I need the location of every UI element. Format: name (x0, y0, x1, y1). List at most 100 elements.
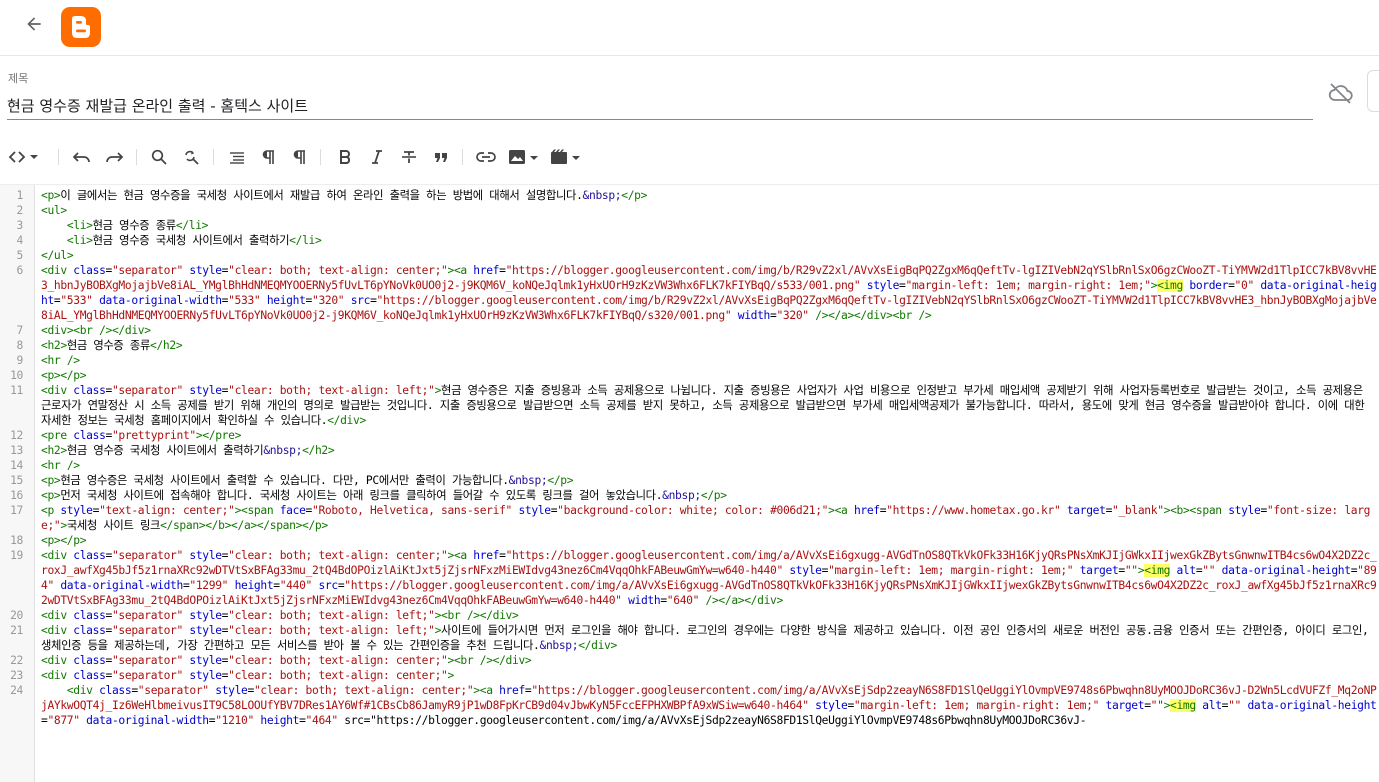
code-text: <li>현금 영수증 종류</li> (66, 219, 209, 232)
toolbar-separator (320, 149, 321, 165)
line-number: 22 (10, 654, 23, 667)
code-line: 9 <hr /> (0, 353, 1379, 368)
quote-icon (435, 153, 447, 162)
line-number: 15 (10, 474, 23, 487)
code-line: 6 <div class="separator" style="clear: bo… (0, 263, 1379, 323)
code-line: 8 <h2>현금 영수증 종류</h2> (0, 338, 1379, 353)
bold-button[interactable] (335, 146, 355, 168)
html-code-editor[interactable]: 1 <p>이 글에서는 현금 영수증을 국세청 사이트에서 재발급 하여 온라인 … (0, 184, 1379, 782)
code-lines: 1 <p>이 글에서는 현금 영수증을 국세청 사이트에서 재발급 하여 온라인 … (0, 188, 1379, 728)
line-number: 16 (10, 489, 23, 502)
find-replace-icon (185, 150, 199, 165)
app-bar (0, 0, 1379, 56)
code-text: <p>먼저 국세청 사이트에 접속해야 합니다. 국세청 사이트는 아래 링크를… (41, 489, 727, 502)
arrow-left-icon (27, 17, 41, 31)
line-number: 18 (10, 534, 23, 547)
code-text: <p>이 글에서는 현금 영수증을 국세청 사이트에서 재발급 하여 온라인 출… (41, 189, 648, 202)
post-title-input[interactable] (7, 92, 1313, 120)
bold-icon (340, 150, 351, 164)
code-text: <hr /> (41, 459, 80, 472)
code-line: 24 <div class="separator" style="clear: … (0, 683, 1379, 728)
video-icon (551, 149, 580, 164)
code-line: 12 <pre class="prettyprint"></pre> (0, 428, 1379, 443)
strikethrough-icon (402, 151, 416, 163)
code-line: 4 <li>현금 영수증 국세청 사이트에서 출력하기</li> (0, 233, 1379, 248)
line-number: 1 (16, 189, 24, 202)
paragraph-alt-button[interactable] (289, 146, 309, 168)
code-line: 10 <p></p> (0, 368, 1379, 383)
line-number: 14 (10, 459, 23, 472)
insert-video-button[interactable] (550, 146, 582, 168)
insert-image-button[interactable] (508, 146, 540, 168)
line-number: 5 (16, 249, 24, 262)
find-button[interactable] (149, 146, 169, 168)
code-text: <div><br /></div> (41, 324, 151, 337)
redo-icon (106, 152, 123, 163)
html-view-toggle-button[interactable] (8, 146, 42, 168)
line-number: 8 (16, 339, 24, 352)
toolbar-separator (213, 149, 214, 165)
toolbar-separator (58, 149, 59, 165)
line-number: 3 (16, 219, 24, 232)
find-replace-button[interactable] (181, 146, 201, 168)
format-lines-icon (230, 152, 244, 164)
link-icon (476, 152, 496, 162)
quote-button[interactable] (431, 146, 451, 168)
italic-button[interactable] (367, 146, 387, 168)
code-text: </ul> (41, 249, 74, 262)
line-number: 20 (10, 609, 23, 622)
code-line: 2 <ul> (0, 203, 1379, 218)
paragraph-button[interactable] (258, 146, 278, 168)
code-line: 20 <div class="separator" style="clear: b… (0, 608, 1379, 623)
code-text: <p style="text-align: center;"><span fac… (41, 504, 1371, 532)
code-line: 22 <div class="separator" style="clear: b… (0, 653, 1379, 668)
strikethrough-button[interactable] (399, 146, 419, 168)
line-number: 11 (10, 384, 23, 397)
code-text: <div class="separator" style="clear: bot… (41, 549, 1377, 607)
code-line: 23 <div class="separator" style="clear: b… (0, 668, 1379, 683)
code-line: 7 <div><br /></div> (0, 323, 1379, 338)
toolbar-separator (136, 149, 137, 165)
blogger-logo-icon (72, 16, 90, 38)
code-line: 13 <h2>현금 영수증 국세청 사이트에서 출력하기&nbsp;</h2> (0, 443, 1379, 458)
code-line: 14 <hr /> (0, 458, 1379, 473)
code-line: 11 <div class="separator" style="clear: b… (0, 383, 1379, 428)
code-line: 18 <p></p> (0, 533, 1379, 548)
line-number: 19 (10, 549, 23, 562)
undo-icon (73, 152, 90, 163)
line-number: 7 (16, 324, 24, 337)
redo-button[interactable] (104, 146, 124, 168)
code-line: 1 <p>이 글에서는 현금 영수증을 국세청 사이트에서 재발급 하여 온라인 … (0, 188, 1379, 203)
code-text: <ul> (41, 204, 67, 217)
blogger-logo[interactable] (61, 7, 101, 47)
line-number: 13 (10, 444, 23, 457)
format-button[interactable] (227, 146, 247, 168)
editor-toolbar (0, 140, 1379, 174)
title-label: 제목 (8, 72, 29, 85)
code-text: <h2>현금 영수증 국세청 사이트에서 출력하기&nbsp;</h2> (41, 444, 335, 457)
line-number: 23 (10, 669, 23, 682)
back-button[interactable] (20, 10, 48, 38)
save-status-button[interactable] (1326, 80, 1356, 106)
code-text: <p></p> (41, 534, 87, 547)
image-icon (509, 150, 538, 164)
code-text: <p></p> (41, 369, 87, 382)
code-text: <div class="separator" style="clear: bot… (41, 654, 532, 667)
code-text: <div class="separator" style="clear: bot… (41, 624, 1375, 652)
side-panel-toggle[interactable] (1367, 70, 1379, 112)
line-number: 24 (10, 684, 23, 697)
line-number: 10 (10, 369, 23, 382)
line-number: 12 (10, 429, 23, 442)
code-line: 16 <p>먼저 국세청 사이트에 접속해야 합니다. 국세청 사이트는 아래 링… (0, 488, 1379, 503)
line-number: 6 (16, 264, 24, 277)
code-text: <div class="separator" style="clear: bot… (41, 264, 1377, 322)
undo-button[interactable] (72, 146, 92, 168)
code-line: 19 <div class="separator" style="clear: b… (0, 548, 1379, 608)
line-number: 4 (16, 234, 24, 247)
code-text: <pre class="prettyprint"></pre> (41, 429, 242, 442)
code-line: 15 <p>현금 영수증은 국세청 사이트에서 출력할 수 있습니다. 다만, P… (0, 473, 1379, 488)
code-text: <div class="separator" style="clear: bot… (41, 669, 454, 682)
cloud-off-icon (1328, 83, 1353, 104)
code-line: 21 <div class="separator" style="clear: b… (0, 623, 1379, 653)
link-button[interactable] (475, 146, 497, 168)
